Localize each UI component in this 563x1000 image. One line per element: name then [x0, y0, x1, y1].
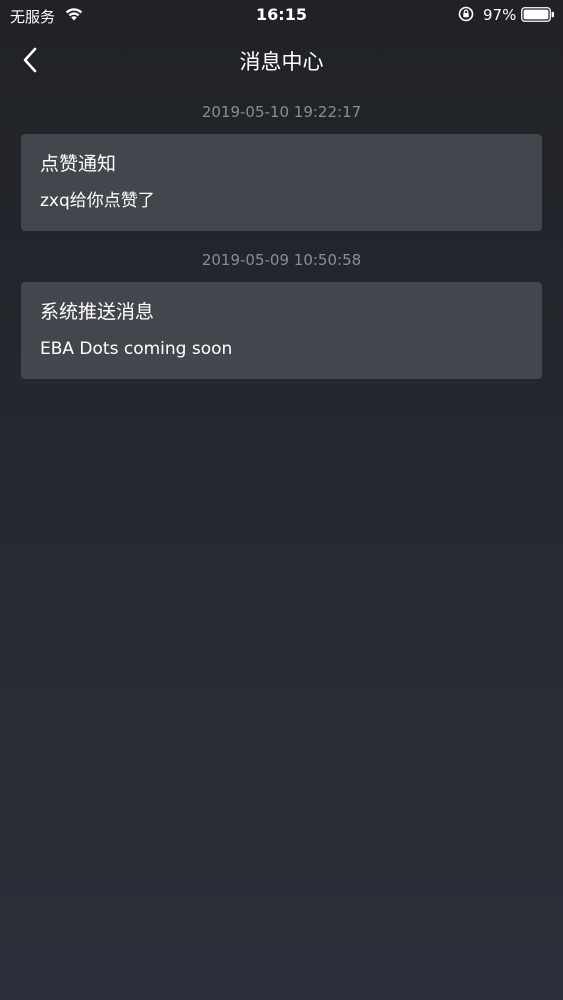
message-timestamp: 2019-05-10 19:22:17 [201, 103, 362, 121]
message-list: 2019-05-10 19:22:17 点赞通知 zxq给你点赞了 2019-0… [0, 96, 563, 379]
message-card-system-push[interactable]: 系统推送消息 EBA Dots coming soon [21, 282, 542, 379]
message-timestamp: 2019-05-09 10:50:58 [201, 251, 362, 269]
orientation-lock-icon [458, 6, 474, 22]
message-body: zxq给你点赞了 [40, 191, 155, 211]
clock: 16:15 [256, 5, 307, 24]
message-card-like-notification[interactable]: 点赞通知 zxq给你点赞了 [21, 134, 542, 231]
navigation-bar: 消息中心 [0, 30, 563, 90]
message-group: 2019-05-10 19:22:17 点赞通知 zxq给你点赞了 [0, 98, 563, 231]
message-title: 系统推送消息 [40, 301, 155, 323]
battery-percent: 97% [483, 6, 517, 24]
page-title: 消息中心 [239, 50, 324, 74]
message-group: 2019-05-09 10:50:58 系统推送消息 EBA Dots comi… [0, 246, 563, 379]
message-body: EBA Dots coming soon [40, 339, 233, 359]
message-title: 点赞通知 [40, 153, 117, 175]
status-bar: 无服务 16:15 97% [0, 0, 563, 30]
battery-icon [521, 7, 554, 22]
